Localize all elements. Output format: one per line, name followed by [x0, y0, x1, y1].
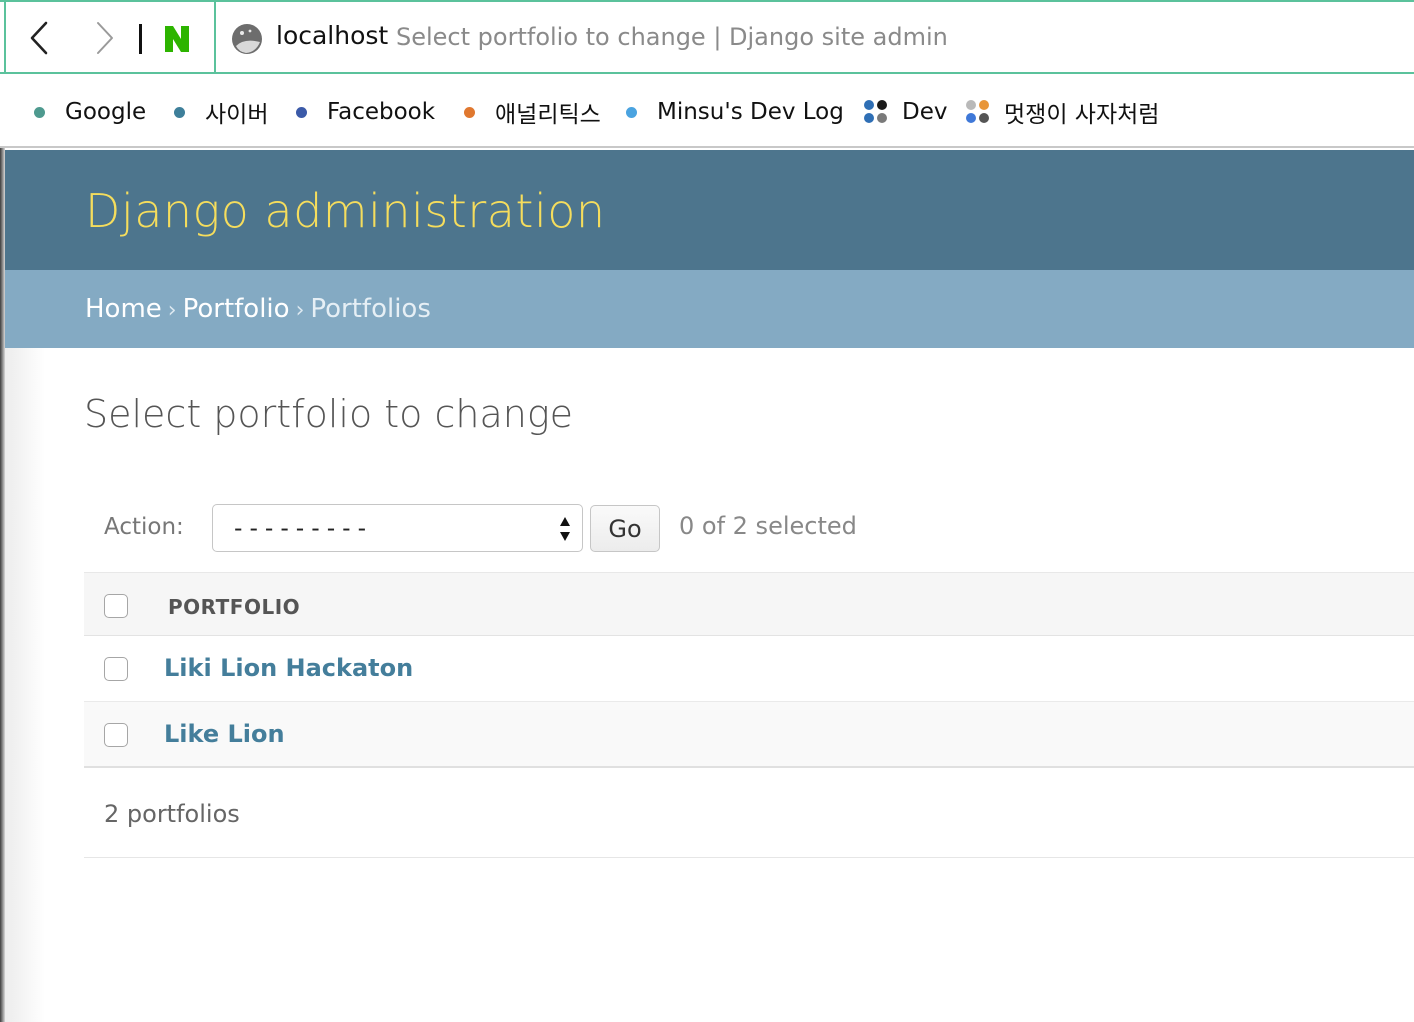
address-host[interactable]: localhost: [276, 21, 388, 50]
result-count: 2 portfolios: [104, 800, 240, 828]
bookmark-google[interactable]: Google: [34, 96, 146, 128]
breadcrumb: Home › Portfolio › Portfolios: [5, 270, 1414, 348]
table-header: PORTFOLIO: [84, 572, 1414, 636]
action-select[interactable]: ---------: [212, 504, 583, 552]
bookmark-label: Dev: [902, 99, 948, 125]
bookmark-label: 애널리틱스: [495, 102, 601, 128]
go-button[interactable]: Go: [590, 505, 660, 552]
chevron-right-icon: [97, 22, 113, 54]
site-title[interactable]: Django administration: [85, 184, 606, 238]
results-table: PORTFOLIO Liki Lion Hackaton Like Lion: [84, 572, 1414, 768]
breadcrumb-app-link[interactable]: Portfolio: [183, 294, 290, 324]
bookmark-label: 멋쟁이 사자처럼: [1004, 102, 1160, 128]
address-page-title[interactable]: Select portfolio to change | Django site…: [396, 23, 948, 51]
bookmark-dot-icon: [34, 106, 45, 118]
back-button[interactable]: [24, 20, 54, 56]
window-left-shade: [5, 348, 45, 1022]
breadcrumb-trail: Home › Portfolio › Portfolios: [85, 294, 431, 324]
bookmark-dot-icon: [296, 106, 307, 118]
page-title: Select portfolio to change: [84, 392, 574, 436]
select-all-checkbox[interactable]: [104, 594, 128, 618]
bookmark-dot-icon: [464, 106, 475, 118]
breadcrumb-current: Portfolios: [310, 294, 431, 324]
bookmark-dev-log[interactable]: Minsu's Dev Log: [626, 96, 844, 128]
toolbar-separator: [139, 24, 142, 54]
bookmark-dot-icon: [174, 106, 185, 118]
toolbar-accent-line: [4, 2, 6, 74]
portfolio-link[interactable]: Liki Lion Hackaton: [164, 654, 413, 682]
table-row: Liki Lion Hackaton: [84, 636, 1414, 702]
selection-counter: 0 of 2 selected: [679, 512, 857, 540]
action-select-value: ---------: [231, 514, 371, 542]
bookmark-folder-dev[interactable]: Dev: [864, 96, 947, 128]
toolbar-divider: [214, 2, 216, 74]
breadcrumb-separator: ›: [295, 298, 305, 323]
forward-button[interactable]: [90, 20, 120, 56]
table-row: Like Lion: [84, 702, 1414, 768]
column-header-portfolio[interactable]: PORTFOLIO: [168, 595, 300, 619]
bookmark-dot-icon: [626, 106, 637, 118]
bookmark-label: Google: [65, 99, 147, 125]
bookmark-folder-likelion[interactable]: 멋쟁이 사자처럼: [966, 96, 1159, 128]
bookmark-facebook[interactable]: Facebook: [296, 96, 435, 128]
row-checkbox[interactable]: [104, 723, 128, 747]
chevron-left-icon: [30, 21, 48, 55]
site-favicon-icon: [232, 24, 262, 54]
folder-grid-icon: [864, 100, 888, 124]
action-label: Action:: [104, 514, 184, 540]
breadcrumb-home-link[interactable]: Home: [85, 294, 162, 324]
select-arrows-icon: [560, 517, 570, 541]
breadcrumb-separator: ›: [167, 298, 177, 323]
folder-grid-icon: [966, 100, 990, 124]
bookmark-cyber[interactable]: 사이버: [174, 96, 268, 128]
row-checkbox[interactable]: [104, 657, 128, 681]
bookmark-analytics[interactable]: 애널리틱스: [464, 96, 601, 128]
bookmark-label: Minsu's Dev Log: [657, 99, 844, 125]
paginator: 2 portfolios: [84, 772, 1414, 858]
browser-toolbar: localhost Select portfolio to change | D…: [0, 0, 1414, 74]
admin-header: Django administration: [5, 150, 1414, 270]
bookmarks-bar: Google 사이버 Facebook 애널리틱스 Minsu's Dev Lo…: [0, 74, 1414, 148]
portfolio-link[interactable]: Like Lion: [164, 720, 285, 748]
bookmark-label: Facebook: [327, 99, 436, 125]
naver-icon[interactable]: [162, 24, 192, 54]
bookmark-label: 사이버: [205, 102, 269, 128]
